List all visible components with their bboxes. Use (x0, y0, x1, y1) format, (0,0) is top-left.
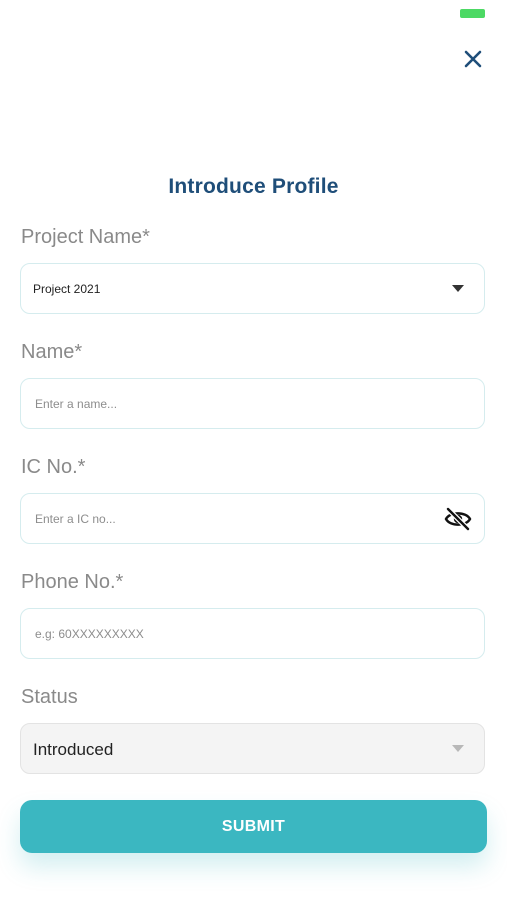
ic-label: IC No.* (21, 456, 86, 478)
status-label: Status (21, 686, 78, 708)
name-field (20, 378, 485, 429)
name-label: Name* (21, 341, 83, 363)
close-icon (464, 50, 482, 68)
submit-button[interactable]: SUBMIT (20, 800, 487, 853)
project-name-value: Project 2021 (33, 282, 101, 296)
ic-input[interactable] (21, 494, 421, 543)
eye-off-icon (444, 507, 472, 531)
project-name-label: Project Name* (21, 226, 150, 248)
close-button[interactable] (461, 47, 485, 71)
battery-icon (460, 9, 485, 18)
project-name-select[interactable]: Project 2021 (20, 263, 485, 314)
caret-down-icon (452, 745, 464, 752)
toggle-visibility-button[interactable] (444, 506, 472, 532)
page-title: Introduce Profile (168, 175, 339, 198)
phone-field (20, 608, 485, 659)
status-select[interactable]: Introduced (20, 723, 485, 774)
phone-label: Phone No.* (21, 571, 124, 593)
ic-field (20, 493, 485, 544)
name-input[interactable] (21, 379, 421, 428)
caret-down-icon (452, 285, 464, 292)
status-value: Introduced (33, 740, 114, 759)
phone-input[interactable] (21, 609, 421, 658)
